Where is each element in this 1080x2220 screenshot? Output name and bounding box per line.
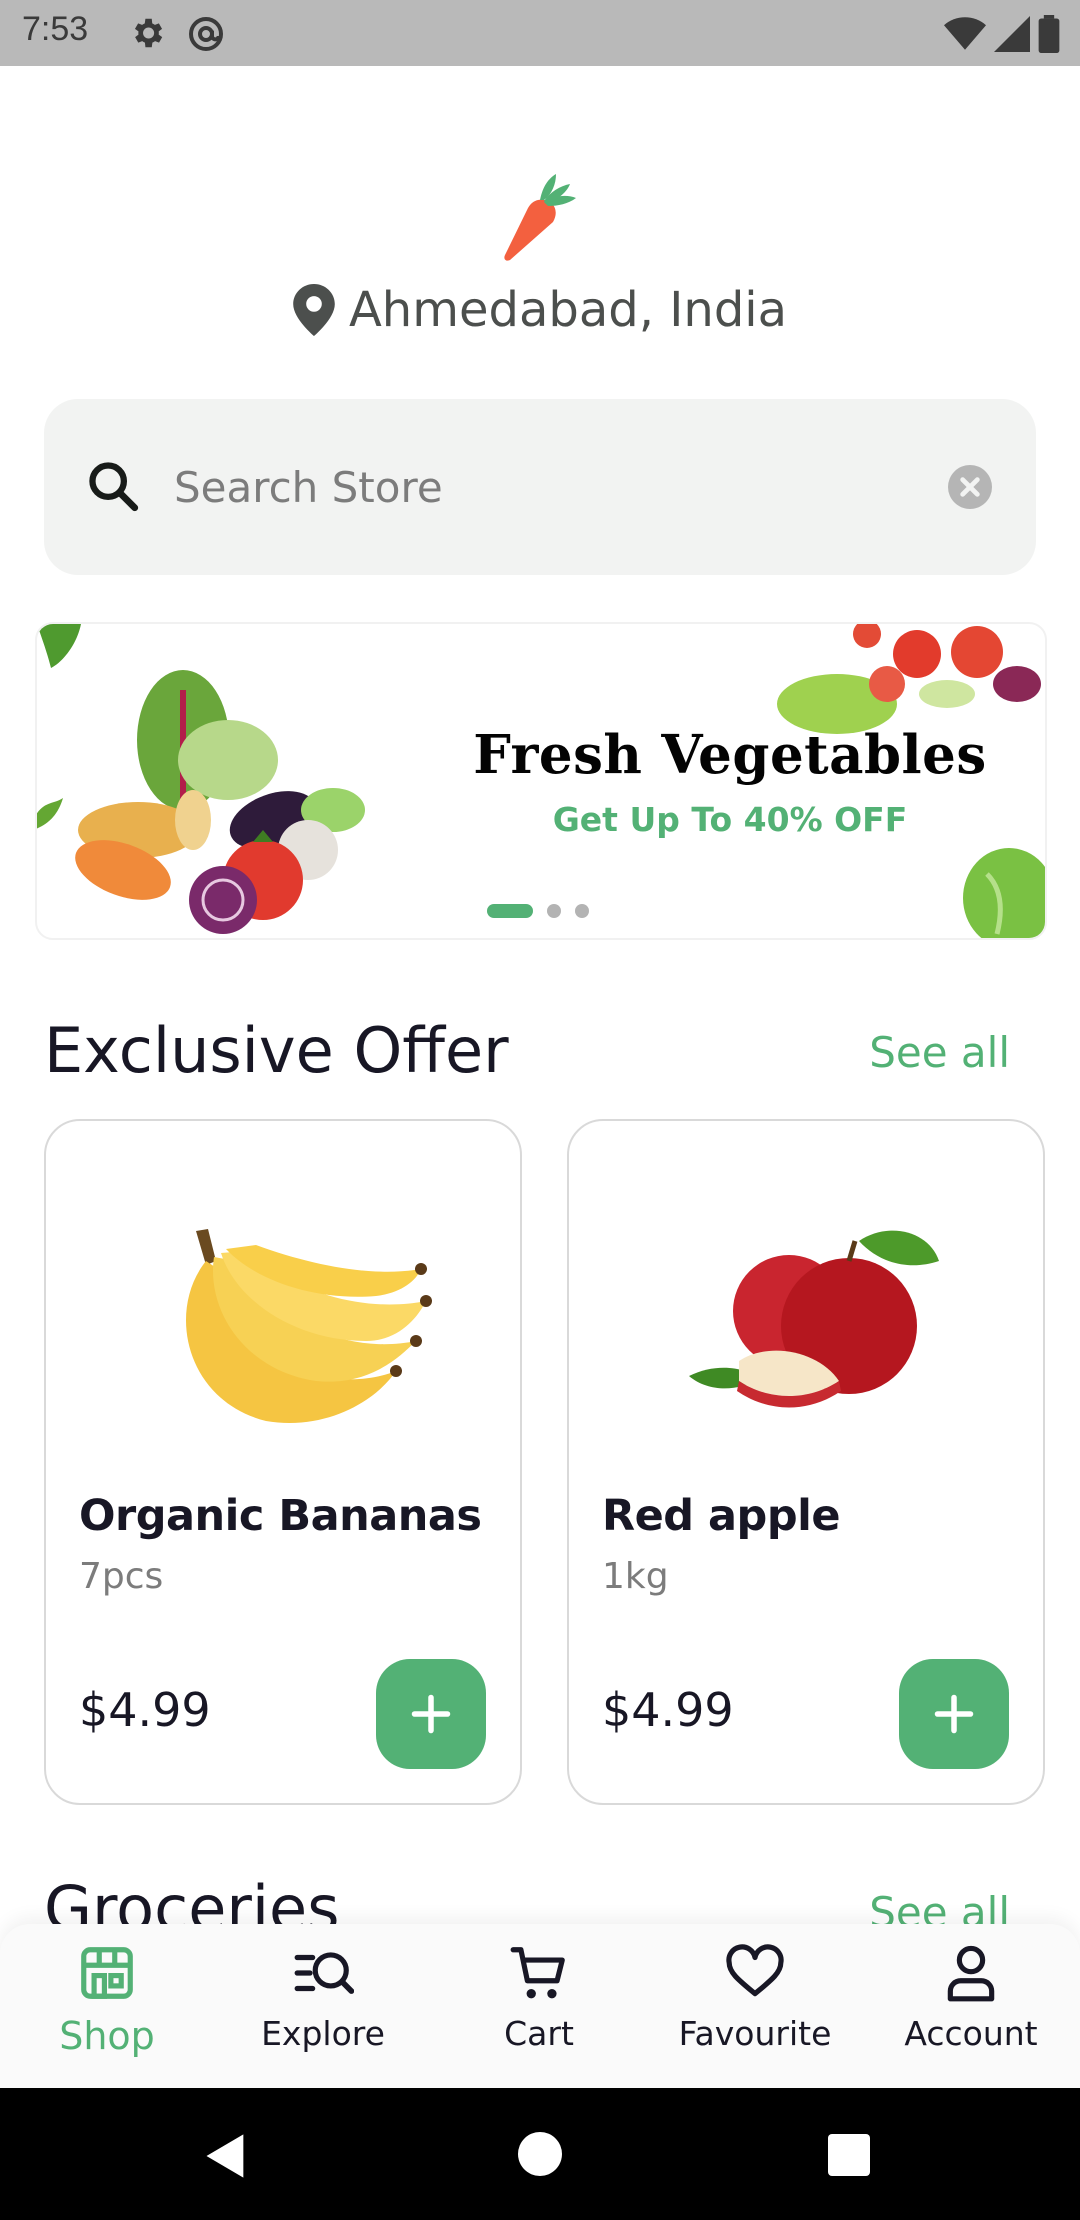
nav-item-account[interactable]: Account [871, 1942, 1071, 2082]
product-card[interactable]: Organic Bananas 7pcs $4.99 [44, 1119, 522, 1805]
settings-gear-icon [134, 18, 163, 48]
carousel-dot-active[interactable] [487, 904, 533, 918]
account-icon [947, 1945, 995, 2002]
location-label: Ahmedabad, India [348, 282, 788, 338]
product-card[interactable]: Red apple 1kg $4.99 [567, 1119, 1045, 1805]
carousel-dot[interactable] [547, 904, 561, 918]
nav-item-cart[interactable]: Cart [439, 1942, 639, 2082]
at-sign-icon [189, 17, 223, 51]
nav-item-favourite[interactable]: Favourite [655, 1942, 855, 2082]
nav-label: Shop [59, 2014, 155, 2058]
lettuce-image [963, 848, 1045, 938]
add-to-cart-button[interactable] [899, 1659, 1009, 1769]
location-row[interactable]: Ahmedabad, India [0, 282, 1080, 338]
plus-icon [934, 1694, 974, 1734]
status-time: 7:53 [22, 10, 89, 48]
system-navigation-bar [0, 2088, 1080, 2220]
nav-item-shop[interactable]: Shop [7, 1942, 207, 2082]
product-price: $4.99 [602, 1683, 734, 1737]
nav-label: Account [904, 2014, 1038, 2053]
search-icon [89, 462, 139, 512]
banner-title: Fresh Vegetables [473, 724, 987, 786]
search-input[interactable] [174, 451, 954, 523]
cart-icon [510, 1947, 565, 1999]
explore-icon [294, 1952, 354, 1994]
back-icon[interactable] [200, 2130, 252, 2182]
nav-label: Favourite [678, 2014, 832, 2053]
vegetables-image [37, 670, 365, 934]
wifi-icon [944, 17, 986, 50]
product-name: Red apple [602, 1491, 841, 1541]
product-price: $4.99 [79, 1683, 211, 1737]
carousel-dot[interactable] [575, 904, 589, 918]
product-unit: 1kg [602, 1556, 669, 1597]
bottom-navigation: Shop Explore Cart Favourite Account [0, 1924, 1080, 2088]
recent-apps-icon[interactable] [828, 2134, 870, 2176]
carousel-indicator [487, 904, 589, 918]
product-image-bananas [186, 1229, 432, 1423]
product-image-red-apple [689, 1230, 939, 1408]
product-name: Organic Bananas [79, 1491, 482, 1541]
add-to-cart-button[interactable] [376, 1659, 486, 1769]
cell-signal-icon [994, 16, 1030, 52]
nav-label: Cart [504, 2014, 574, 2053]
battery-icon [1038, 15, 1060, 53]
search-bar [44, 399, 1036, 575]
see-all-link[interactable]: See all [869, 1028, 1010, 1077]
store-icon [81, 1947, 133, 1999]
clear-search-icon[interactable] [948, 465, 992, 509]
promo-banner[interactable]: Fresh Vegetables Get Up To 40% OFF [35, 622, 1047, 940]
product-unit: 7pcs [79, 1556, 164, 1597]
heart-icon [726, 1944, 784, 1997]
section-title-exclusive-offer: Exclusive Offer [44, 1014, 509, 1087]
carrot-logo-icon [504, 174, 576, 261]
plus-icon [411, 1694, 451, 1734]
location-pin-icon [293, 284, 335, 336]
status-bar: 7:53 [0, 0, 1080, 66]
home-icon[interactable] [518, 2132, 562, 2176]
banner-subtitle: Get Up To 40% OFF [552, 800, 908, 839]
nav-label: Explore [261, 2014, 385, 2053]
nav-item-explore[interactable]: Explore [223, 1942, 423, 2082]
